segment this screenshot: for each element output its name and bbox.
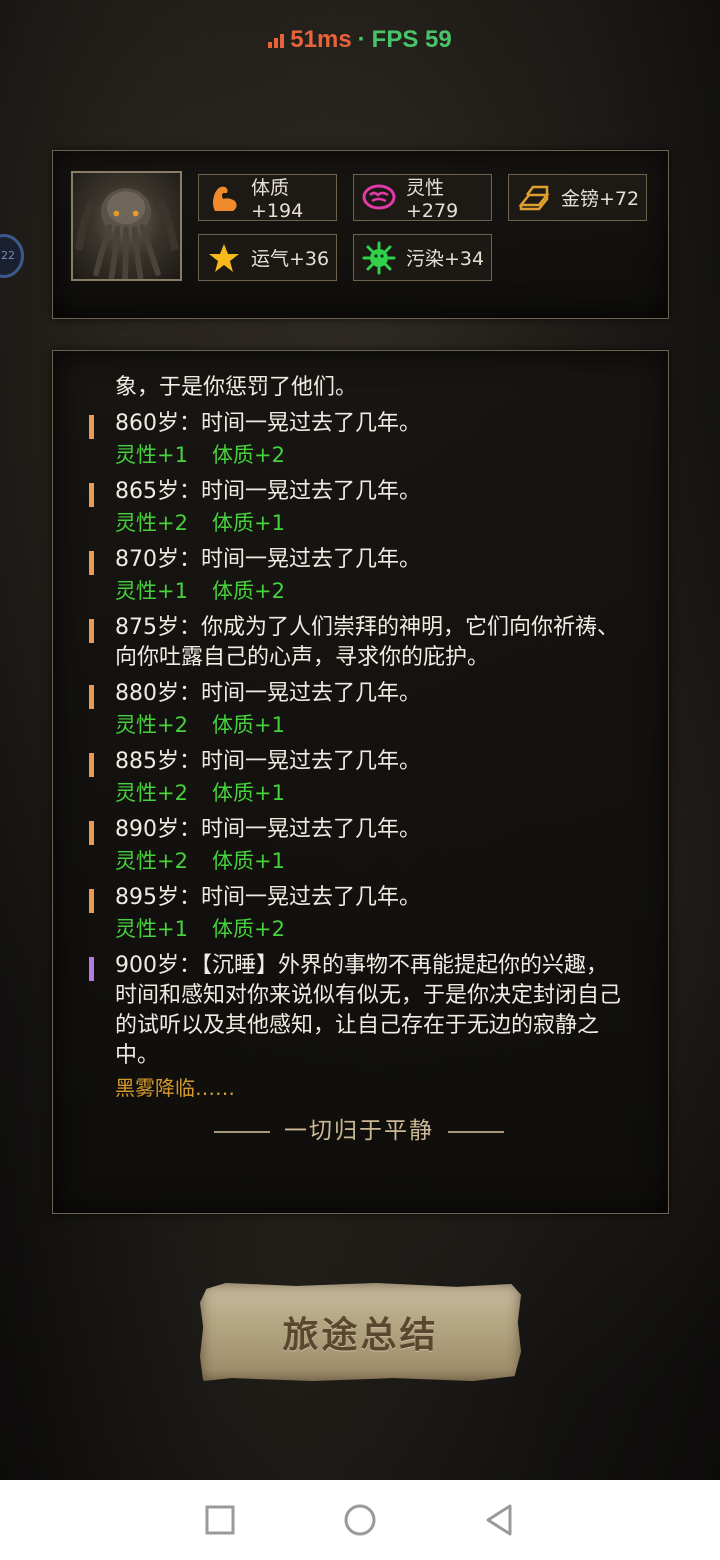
attr-change: 灵性+2 — [115, 781, 188, 805]
log-entry-text: 890岁：时间一晃过去了几年。 — [115, 817, 421, 842]
attr-change: 灵性+2 — [115, 849, 188, 873]
attr-change: 灵性+1 — [115, 917, 188, 941]
stat-label: 灵性+279 — [406, 177, 459, 222]
attr-change: 灵性+1 — [115, 579, 188, 603]
entry-marker — [89, 483, 94, 507]
brain-icon — [362, 181, 396, 215]
cthulhu-portrait-icon — [74, 188, 179, 279]
attr-changes: 灵性+2 体质+1 — [115, 507, 629, 539]
character-portrait[interactable] — [71, 171, 182, 281]
fog-notice: 黑雾降临…… — [115, 1076, 235, 1100]
entry-marker — [89, 415, 94, 439]
stat-label: 污染+34 — [406, 248, 485, 270]
log-entry: 865岁：时间一晃过去了几年。 灵性+2 体质+1 — [89, 477, 629, 539]
attr-changes: 灵性+2 体质+1 — [115, 845, 629, 877]
stat-luck: 运气+36 — [198, 234, 337, 281]
divider — [214, 1131, 270, 1133]
stat-pounds: 金镑+72 — [508, 174, 647, 221]
ending-line: 一切归于平静 — [89, 1111, 629, 1145]
stat-label: 金镑+72 — [561, 188, 640, 210]
entry-marker — [89, 821, 94, 845]
attr-change: 体质+1 — [211, 713, 285, 737]
log-entry: 860岁：时间一晃过去了几年。 灵性+1 体质+2 — [89, 409, 629, 471]
attr-change: 灵性+1 — [115, 443, 188, 467]
attr-changes: 灵性+1 体质+2 — [115, 575, 629, 607]
log-entry-text: 880岁：时间一晃过去了几年。 — [115, 681, 421, 706]
stat-spirituality: 灵性+279 — [353, 174, 492, 222]
log-entry: 890岁：时间一晃过去了几年。 灵性+2 体质+1 — [89, 815, 629, 877]
fps-value: FPS 59 — [371, 26, 452, 53]
log-entry-text: 875岁：你成为了人们崇拜的神明，它们向你祈祷、向你吐露自己的心声，寻求你的庇护… — [115, 615, 619, 670]
attr-changes: 灵性+1 体质+2 — [115, 439, 629, 471]
stat-constitution: 体质+194 — [198, 174, 337, 222]
attr-change: 体质+2 — [211, 579, 285, 603]
divider — [448, 1131, 504, 1133]
entry-marker — [89, 619, 94, 643]
entry-marker — [89, 889, 94, 913]
germ-icon — [362, 241, 396, 275]
gold-bars-icon — [517, 181, 551, 215]
entry-marker — [89, 685, 94, 709]
square-icon — [205, 1505, 235, 1535]
attr-change: 体质+2 — [211, 917, 285, 941]
system-nav-bar — [0, 1480, 720, 1560]
stat-label: 体质+194 — [251, 177, 304, 222]
stat-pollution: 污染+34 — [353, 234, 492, 281]
star-icon — [207, 241, 241, 275]
attr-change: 体质+1 — [211, 849, 285, 873]
log-list: 象，于是你惩罚了他们。 860岁：时间一晃过去了几年。 灵性+1 体质+2 865… — [89, 373, 629, 1145]
recents-button[interactable] — [200, 1500, 240, 1540]
log-entry: 885岁：时间一晃过去了几年。 灵性+2 体质+1 — [89, 747, 629, 809]
log-entry-text: 900岁：【沉睡】外界的事物不再能提起你的兴趣，时间和感知对你来说似有似无，于是… — [115, 953, 622, 1068]
stat-label: 运气+36 — [251, 248, 330, 270]
floating-assist-label: 22 — [1, 249, 15, 262]
journey-summary-button[interactable]: 旅途总结 — [200, 1283, 521, 1381]
attr-change: 体质+1 — [211, 781, 285, 805]
home-button[interactable] — [340, 1500, 380, 1540]
log-intro-text: 象，于是你惩罚了他们。 — [115, 375, 358, 400]
network-status: 51ms · FPS 59 — [0, 26, 720, 54]
log-entry: 880岁：时间一晃过去了几年。 灵性+2 体质+1 — [89, 679, 629, 741]
log-entry-text: 895岁：时间一晃过去了几年。 — [115, 885, 421, 910]
circle-icon — [344, 1504, 376, 1536]
log-entry: 895岁：时间一晃过去了几年。 灵性+1 体质+2 — [89, 883, 629, 945]
ping-value: 51ms — [290, 26, 352, 53]
log-entry: 870岁：时间一晃过去了几年。 灵性+1 体质+2 — [89, 545, 629, 607]
journey-summary-label: 旅途总结 — [282, 1314, 439, 1356]
log-entry: 875岁：你成为了人们崇拜的神明，它们向你祈祷、向你吐露自己的心声，寻求你的庇护… — [89, 613, 629, 673]
entry-marker — [89, 957, 94, 981]
attr-change: 灵性+2 — [115, 511, 188, 535]
attr-changes: 灵性+2 体质+1 — [115, 777, 629, 809]
stats-panel: 体质+194 灵性+279 金镑+72 运气+36 污染+34 — [52, 150, 669, 319]
triangle-back-icon — [486, 1504, 512, 1536]
attr-changes: 灵性+2 体质+1 — [115, 709, 629, 741]
entry-marker — [89, 753, 94, 777]
log-entry-text: 870岁：时间一晃过去了几年。 — [115, 547, 421, 572]
log-entry-text: 860岁：时间一晃过去了几年。 — [115, 411, 421, 436]
ending-text: 一切归于平静 — [284, 1118, 434, 1144]
attr-change: 体质+1 — [211, 511, 285, 535]
life-log-panel[interactable]: 象，于是你惩罚了他们。 860岁：时间一晃过去了几年。 灵性+1 体质+2 865… — [52, 350, 669, 1214]
attr-change: 体质+2 — [211, 443, 285, 467]
attr-change: 灵性+2 — [115, 713, 188, 737]
flexed-arm-icon — [207, 181, 241, 215]
status-separator: · — [357, 26, 366, 53]
log-entry-text: 885岁：时间一晃过去了几年。 — [115, 749, 421, 774]
log-entry-final: 900岁：【沉睡】外界的事物不再能提起你的兴趣，时间和感知对你来说似有似无，于是… — [89, 951, 629, 1103]
attr-changes: 灵性+1 体质+2 — [115, 913, 629, 945]
signal-icon — [268, 32, 286, 50]
entry-marker — [89, 551, 94, 575]
back-button[interactable] — [480, 1500, 520, 1540]
log-entry-text: 865岁：时间一晃过去了几年。 — [115, 479, 421, 504]
